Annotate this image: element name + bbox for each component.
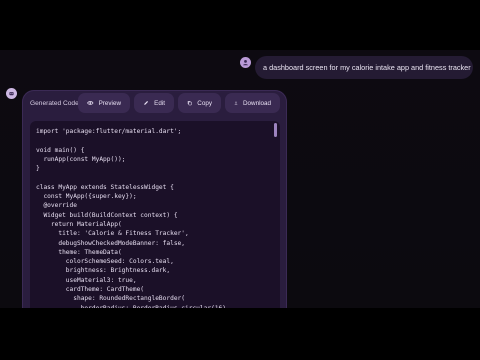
- eye-icon: [87, 101, 94, 105]
- code-line: theme: ThemeData(: [58, 248, 122, 256]
- code-line: useMaterial3: true,: [65, 276, 137, 284]
- copy-label: Copy: [197, 99, 212, 107]
- panel-title: Generated Code: [30, 100, 79, 107]
- code-line: const MyApp({super.key});: [43, 193, 137, 201]
- code-panel: Generated Code Preview Edit Copy Downloa…: [22, 90, 287, 308]
- chat-area: a dashboard screen for my calorie intake…: [0, 50, 480, 308]
- preview-button[interactable]: Preview: [78, 93, 130, 113]
- pencil-icon: [144, 101, 149, 105]
- download-button[interactable]: Download: [225, 93, 280, 113]
- code-line: shape: RoundedRectangleBorder(: [73, 295, 186, 303]
- code-text: import 'package:flutter/material.dart'; …: [36, 127, 230, 308]
- code-line: cardTheme: CardTheme(: [65, 286, 145, 294]
- user-icon: [243, 59, 248, 66]
- download-label: Download: [242, 99, 271, 107]
- code-line: brightness: Brightness.dark,: [65, 267, 171, 275]
- code-scrollbar[interactable]: [274, 123, 277, 137]
- code-line: void main() {: [36, 146, 85, 154]
- preview-label: Preview: [98, 99, 121, 107]
- code-line: return MaterialApp(: [50, 220, 122, 228]
- code-line: import 'package:flutter/material.dart';: [36, 128, 182, 135]
- code-line: colorSchemeSeed: Colors.teal,: [65, 258, 174, 266]
- assistant-avatar: [6, 88, 17, 99]
- copy-icon: [187, 101, 192, 106]
- copy-button[interactable]: Copy: [178, 93, 221, 113]
- code-block[interactable]: import 'package:flutter/material.dart'; …: [30, 121, 280, 308]
- user-message: a dashboard screen for my calorie intake…: [255, 56, 473, 79]
- code-line: }: [36, 165, 40, 173]
- user-avatar: [240, 57, 251, 68]
- code-line: @override: [43, 202, 77, 210]
- edit-button[interactable]: Edit: [134, 93, 174, 113]
- bot-icon: [9, 92, 14, 96]
- code-line: title: 'Calorie & Fitness Tracker',: [58, 230, 189, 238]
- code-line: Widget build(BuildContext context) {: [43, 211, 178, 219]
- code-line: debugShowCheckedModeBanner: false,: [58, 239, 186, 247]
- edit-label: Edit: [154, 99, 165, 107]
- code-line: borderRadius: BorderRadius.circular(16),: [36, 305, 230, 308]
- download-icon: [234, 101, 238, 105]
- code-line: runApp(const MyApp());: [43, 155, 126, 163]
- code-line: class MyApp extends StatelessWidget {: [36, 183, 174, 191]
